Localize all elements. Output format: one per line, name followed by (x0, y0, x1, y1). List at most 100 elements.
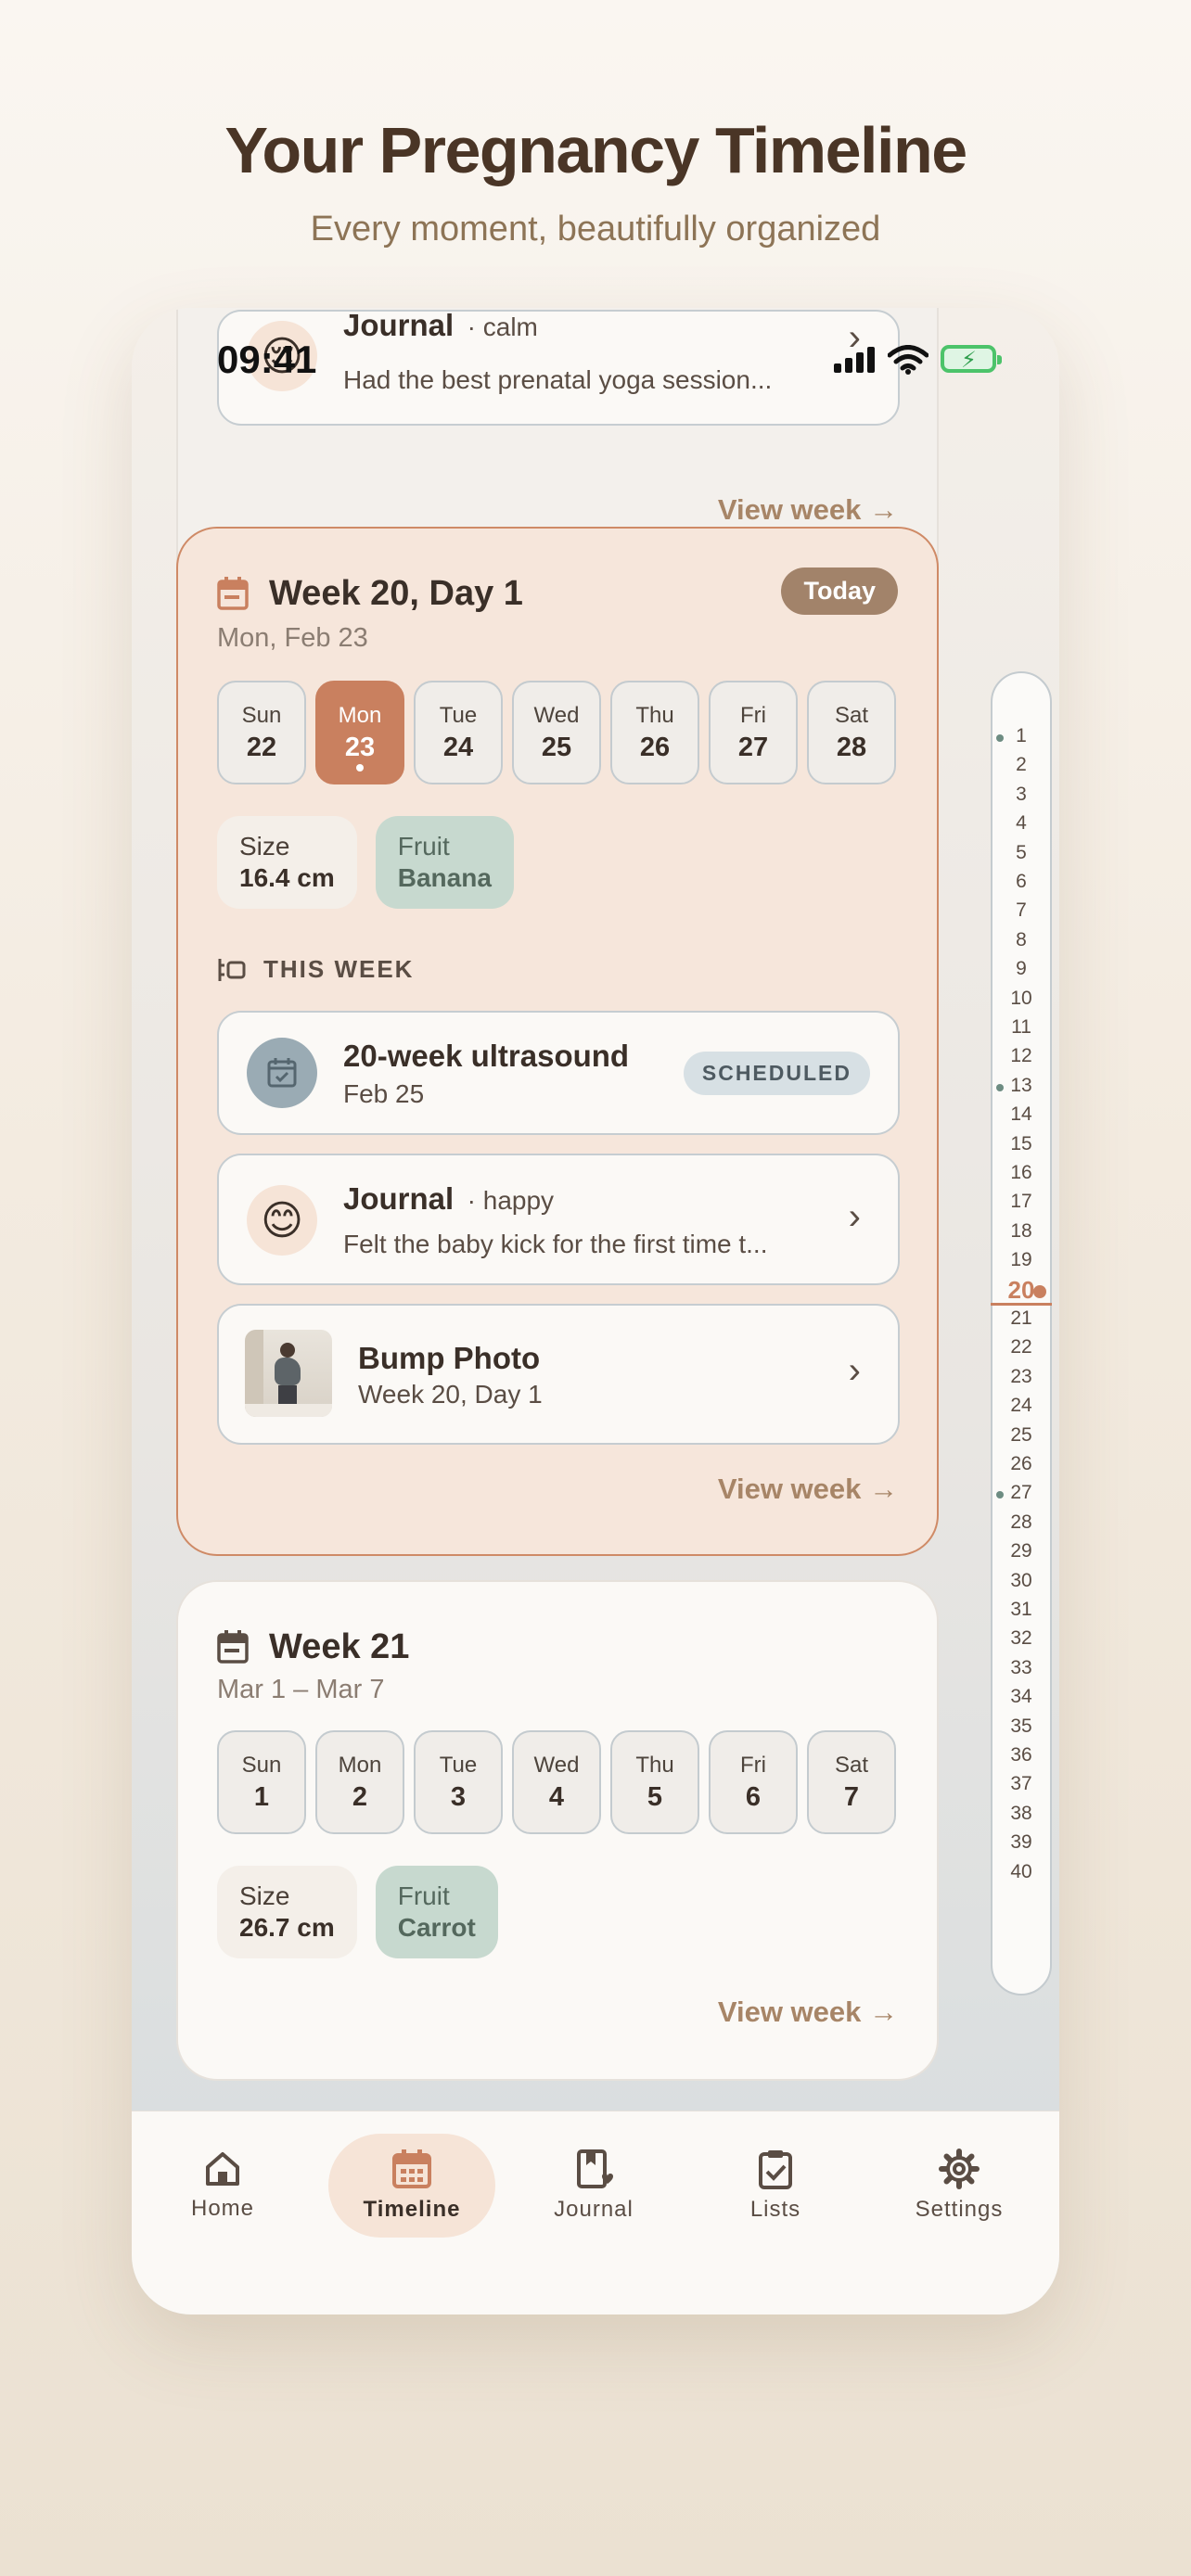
day-number: 7 (843, 1781, 860, 1812)
battery-charging-icon: ⚡ (941, 345, 1002, 373)
bump-photo-row[interactable]: Bump Photo Week 20, Day 1 › (217, 1304, 900, 1445)
size-chip: Size 26.7 cm (217, 1866, 357, 1958)
tab-lists[interactable]: Lists (692, 2134, 859, 2238)
cellular-signal-icon (834, 347, 875, 373)
current-week-card[interactable]: Week 20, Day 1 Today Mon, Feb 23 Sun 22 M… (176, 527, 939, 1556)
week-rail-item[interactable]: 11 (992, 1016, 1050, 1039)
week-rail-item[interactable]: 24 (992, 1395, 1050, 1417)
day-number: 1 (253, 1781, 270, 1812)
day-fri[interactable]: Fri 6 (709, 1730, 798, 1834)
day-number: 25 (541, 732, 572, 762)
phone-frame: 😌 Journal · calm Had the best prenatal y… (132, 308, 1059, 2315)
happy-face-icon: 😊 (247, 1185, 317, 1256)
week-rail-item[interactable]: 38 (992, 1803, 1050, 1825)
week-rail-item[interactable]: 29 (992, 1540, 1050, 1562)
week-rail-item[interactable]: 23 (992, 1366, 1050, 1388)
week-rail-item[interactable]: 10 (992, 988, 1050, 1010)
week-rail-item[interactable]: 4 (992, 812, 1050, 835)
week-rail-item[interactable]: 32 (992, 1627, 1050, 1650)
day-thu[interactable]: Thu 5 (610, 1730, 699, 1834)
journal-excerpt: Felt the baby kick for the first time t.… (343, 1230, 768, 1258)
week-rail-item[interactable]: 6 (992, 871, 1050, 893)
week-rail-item[interactable]: 7 (992, 899, 1050, 922)
gear-icon (939, 2149, 980, 2189)
day-mon-selected[interactable]: Mon 23 (315, 681, 404, 784)
size-value: 16.4 cm (239, 863, 335, 892)
day-sat[interactable]: Sat 7 (807, 1730, 896, 1834)
week-rail-item[interactable]: 12 (992, 1045, 1050, 1067)
this-week-header: THIS WEEK (217, 955, 414, 984)
week-stats: Size 16.4 cm Fruit Banana (217, 816, 514, 909)
week-rail-item[interactable]: 36 (992, 1744, 1050, 1766)
week-marker-dot (996, 734, 1004, 742)
week-scrubber[interactable]: 1 2 3 4 5 6 7 8 9 10 11 12 13 14 15 16 17 18 19 20 21 22 23 24 2… (991, 671, 1052, 1996)
week-rail-item[interactable]: 8 (992, 929, 1050, 951)
view-week-link[interactable]: View week → (718, 1996, 898, 2029)
tab-journal[interactable]: Journal (510, 2134, 677, 2238)
week-rail-item[interactable]: 14 (992, 1103, 1050, 1126)
week-rail-item[interactable]: 15 (992, 1133, 1050, 1155)
wifi-icon (888, 345, 928, 375)
hero-subtitle: Every moment, beautifully organized (310, 210, 881, 249)
week-rail-item[interactable]: 31 (992, 1599, 1050, 1621)
week-rail-item[interactable]: 9 (992, 958, 1050, 980)
day-mon[interactable]: Mon 2 (315, 1730, 404, 1834)
tab-bar: Home Timeline Journal Lists Settings (132, 2111, 1059, 2315)
week-rail-item[interactable]: 22 (992, 1336, 1050, 1358)
week-rail-item[interactable]: 3 (992, 784, 1050, 806)
day-name: Sat (834, 1752, 869, 1778)
calendar-check-icon (247, 1038, 317, 1108)
week-rail-item[interactable]: 17 (992, 1191, 1050, 1213)
day-sun[interactable]: Sun 1 (217, 1730, 306, 1834)
day-wed[interactable]: Wed 25 (512, 681, 601, 784)
journal-mood: · happy (467, 1186, 555, 1215)
day-sat[interactable]: Sat 28 (807, 681, 896, 784)
clipboard-check-icon (759, 2150, 792, 2189)
week-rail-item[interactable]: 34 (992, 1686, 1050, 1708)
view-week-link[interactable]: View week → (718, 1473, 898, 1506)
week-rail-item[interactable]: 30 (992, 1570, 1050, 1592)
journal-row[interactable]: 😊 Journal · happy Felt the baby kick for… (217, 1154, 900, 1285)
fruit-chip: Fruit Banana (375, 816, 514, 909)
week-title: Week 21 (269, 1626, 410, 1666)
week-rail-item[interactable]: 39 (992, 1831, 1050, 1854)
week-stats: Size 26.7 cm Fruit Carrot (217, 1866, 498, 1958)
day-number: 22 (246, 732, 277, 762)
day-number: 3 (450, 1781, 467, 1812)
day-tue[interactable]: Tue 3 (414, 1730, 503, 1834)
day-number: 23 (344, 732, 376, 762)
week-rail-item[interactable]: 19 (992, 1249, 1050, 1271)
day-name: Wed (533, 1752, 580, 1778)
fruit-label: Fruit (397, 1881, 450, 1910)
tab-label: Lists (749, 2197, 801, 2222)
tab-home[interactable]: Home (139, 2134, 306, 2238)
bump-photo-thumbnail (245, 1330, 332, 1417)
next-week-card[interactable]: Week 21 Mar 1 – Mar 7 Sun 1 Mon 2 Tue 3 Wed… (176, 1580, 939, 2081)
week-rail-item[interactable]: 5 (992, 842, 1050, 864)
week-rail-item[interactable]: 37 (992, 1773, 1050, 1795)
day-number: 26 (639, 732, 671, 762)
week-rail-item[interactable]: 35 (992, 1715, 1050, 1738)
day-thu[interactable]: Thu 26 (610, 681, 699, 784)
week-rail-item[interactable]: 2 (992, 754, 1050, 776)
week-marker-dot (996, 1083, 1004, 1091)
week-rail-item[interactable]: 16 (992, 1162, 1050, 1184)
view-week-link[interactable]: View week → (718, 493, 898, 527)
week-rail-item[interactable]: 28 (992, 1511, 1050, 1534)
appointment-row[interactable]: 20-week ultrasound Feb 25 SCHEDULED (217, 1011, 900, 1135)
size-chip: Size 16.4 cm (217, 816, 357, 909)
status-bar: 09:41 ⚡ (132, 308, 1059, 391)
tab-timeline[interactable]: Timeline (328, 2134, 495, 2238)
day-sun[interactable]: Sun 22 (217, 681, 306, 784)
week-rail-item[interactable]: 26 (992, 1453, 1050, 1475)
status-time: 09:41 (217, 338, 317, 381)
week-rail-item[interactable]: 33 (992, 1657, 1050, 1679)
day-fri[interactable]: Fri 27 (709, 681, 798, 784)
week-rail-item[interactable]: 25 (992, 1424, 1050, 1447)
day-tue[interactable]: Tue 24 (414, 681, 503, 784)
tab-settings[interactable]: Settings (876, 2134, 1043, 2238)
week-rail-item[interactable]: 21 (992, 1307, 1050, 1330)
week-rail-item[interactable]: 18 (992, 1220, 1050, 1243)
day-wed[interactable]: Wed 4 (512, 1730, 601, 1834)
week-rail-item[interactable]: 40 (992, 1861, 1050, 1883)
